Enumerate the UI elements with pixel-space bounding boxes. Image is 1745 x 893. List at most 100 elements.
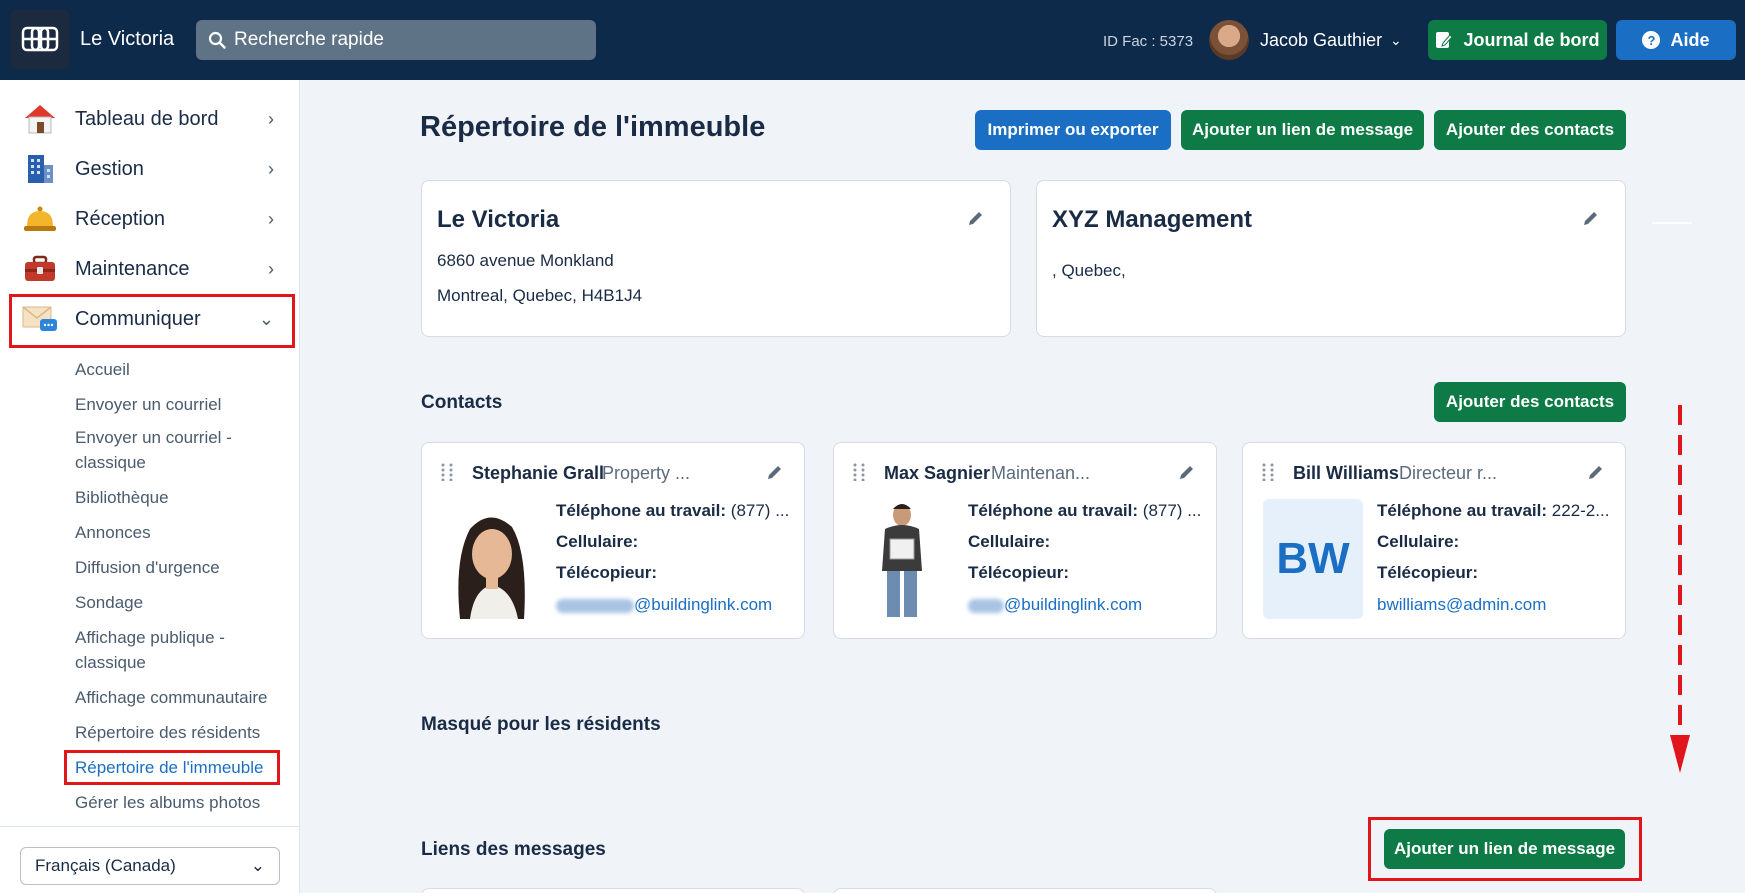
sidebar-item-tableau-de-bord[interactable]: Tableau de bord › bbox=[14, 97, 294, 141]
sub-item-diffusion-urgence[interactable]: Diffusion d'urgence bbox=[75, 555, 220, 580]
language-value: Français (Canada) bbox=[35, 856, 176, 875]
contact-cell: Cellulaire: bbox=[968, 532, 1050, 552]
contact-fax: Télécopieur: bbox=[968, 563, 1069, 583]
user-avatar[interactable] bbox=[1209, 20, 1249, 60]
sub-item-label-line1: Envoyer un courriel - bbox=[75, 428, 232, 447]
question-icon: ? bbox=[1642, 31, 1661, 49]
sidebar-divider bbox=[0, 826, 300, 827]
decorative-line bbox=[1652, 222, 1692, 224]
management-card-name: XYZ Management bbox=[1052, 206, 1253, 233]
contact-work-phone: Téléphone au travail: (877) ... bbox=[556, 501, 789, 521]
contact-work-phone: Téléphone au travail: 222-2... bbox=[1377, 501, 1609, 521]
drag-handle-icon[interactable] bbox=[1261, 463, 1275, 481]
app-logo[interactable] bbox=[10, 9, 70, 69]
help-button[interactable]: ? Aide bbox=[1616, 20, 1736, 60]
link-card bbox=[833, 888, 1217, 893]
top-bar: Le Victoria ID Fac : 5373 Jacob Gauthier… bbox=[0, 0, 1745, 80]
sidebar: Tableau de bord › Gestion › Réception › … bbox=[0, 80, 300, 893]
sidebar-label: Gestion bbox=[75, 157, 144, 180]
highlight-add-link bbox=[1368, 817, 1642, 881]
sidebar-label: Tableau de bord bbox=[75, 107, 219, 130]
journal-label: Journal de bord bbox=[1463, 29, 1600, 50]
contact-photo bbox=[440, 499, 542, 619]
sidebar-item-reception[interactable]: Réception › bbox=[14, 197, 294, 241]
contacts-add-button[interactable]: Ajouter des contacts bbox=[1434, 382, 1626, 422]
edit-pencil-icon[interactable] bbox=[1178, 463, 1196, 481]
contact-email[interactable]: bwilliams@admin.com bbox=[1377, 595, 1546, 615]
field-label: Cellulaire: bbox=[1377, 532, 1460, 551]
edit-pencil-icon[interactable] bbox=[766, 463, 784, 481]
chevron-right-icon: › bbox=[268, 208, 274, 229]
toolbox-icon bbox=[22, 251, 58, 287]
link-card bbox=[421, 888, 805, 893]
quick-search[interactable] bbox=[196, 20, 596, 60]
sidebar-label: Maintenance bbox=[75, 257, 190, 280]
hidden-section-title: Masqué pour les résidents bbox=[421, 714, 661, 735]
contact-email[interactable]: @buildinglink.com bbox=[556, 595, 772, 615]
field-value: (877) ... bbox=[730, 501, 790, 520]
sub-item-repertoire-residents[interactable]: Répertoire des résidents bbox=[75, 720, 260, 745]
drag-handle-icon[interactable] bbox=[852, 463, 866, 481]
contact-name[interactable]: Stephanie Grall bbox=[472, 463, 604, 484]
search-icon bbox=[208, 31, 226, 49]
add-message-link-button[interactable]: Ajouter un lien de message bbox=[1181, 110, 1424, 150]
help-label: Aide bbox=[1670, 29, 1710, 50]
house-icon bbox=[22, 101, 58, 137]
sub-item-envoyer-courriel[interactable]: Envoyer un courriel bbox=[75, 392, 221, 417]
field-label: Téléphone au travail: bbox=[968, 501, 1139, 520]
contact-name[interactable]: Max Sagnier bbox=[884, 463, 990, 484]
add-contacts-button[interactable]: Ajouter des contacts bbox=[1434, 110, 1626, 150]
sidebar-label: Réception bbox=[75, 207, 166, 230]
contacts-section-title: Contacts bbox=[421, 392, 503, 413]
chevron-right-icon: › bbox=[268, 158, 274, 179]
highlight-communiquer bbox=[9, 294, 295, 348]
sub-item-label-line1: Affichage publique - bbox=[75, 628, 225, 647]
user-name[interactable]: Jacob Gauthier bbox=[1260, 30, 1382, 51]
sub-item-label-line2: classique bbox=[75, 453, 146, 472]
search-input[interactable] bbox=[234, 29, 574, 51]
edit-pencil-icon[interactable] bbox=[967, 209, 985, 227]
sub-item-label-line2: classique bbox=[75, 653, 146, 672]
building-card: Le Victoria 6860 avenue Monkland Montrea… bbox=[421, 180, 1011, 337]
sub-item-sondage[interactable]: Sondage bbox=[75, 590, 143, 615]
contact-cell: Cellulaire: bbox=[556, 532, 638, 552]
sub-item-albums-photos[interactable]: Gérer les albums photos bbox=[75, 790, 260, 815]
chevron-right-icon: › bbox=[268, 108, 274, 129]
field-value: 222-2... bbox=[1551, 501, 1610, 520]
sub-item-accueil[interactable]: Accueil bbox=[75, 357, 130, 382]
field-label: Cellulaire: bbox=[968, 532, 1051, 551]
contact-role: Property ... bbox=[602, 463, 691, 483]
sub-item-affichage-publique-classique[interactable]: Affichage publique - classique bbox=[75, 625, 225, 675]
sidebar-item-gestion[interactable]: Gestion › bbox=[14, 147, 294, 191]
logo-icon bbox=[21, 26, 59, 52]
bell-icon bbox=[22, 201, 58, 237]
contact-fax: Télécopieur: bbox=[556, 563, 657, 583]
sub-item-bibliotheque[interactable]: Bibliothèque bbox=[75, 485, 169, 510]
drag-handle-icon[interactable] bbox=[440, 463, 454, 481]
field-label: Télécopieur: bbox=[968, 563, 1070, 582]
contact-name[interactable]: Bill Williams bbox=[1293, 463, 1399, 484]
edit-pencil-icon[interactable] bbox=[1587, 463, 1605, 481]
field-label: Cellulaire: bbox=[556, 532, 639, 551]
chevron-down-icon: ⌄ bbox=[250, 856, 265, 875]
building-name[interactable]: Le Victoria bbox=[80, 28, 174, 51]
email-domain: @buildinglink.com bbox=[1004, 595, 1143, 614]
language-select[interactable]: Français (Canada) ⌄ bbox=[20, 847, 280, 885]
sub-item-envoyer-courriel-classique[interactable]: Envoyer un courriel - classique bbox=[75, 425, 232, 475]
contact-role: Directeur r... bbox=[1399, 463, 1498, 483]
field-value: (877) ... bbox=[1142, 501, 1202, 520]
management-card: XYZ Management , Quebec, bbox=[1036, 180, 1626, 337]
print-export-button[interactable]: Imprimer ou exporter bbox=[975, 110, 1171, 150]
edit-pencil-icon[interactable] bbox=[1582, 209, 1600, 227]
sub-item-annonces[interactable]: Annonces bbox=[75, 520, 151, 545]
sub-item-affichage-communautaire[interactable]: Affichage communautaire bbox=[75, 685, 267, 710]
chevron-down-icon[interactable]: ⌄ bbox=[1390, 32, 1402, 49]
journal-button[interactable]: Journal de bord bbox=[1428, 20, 1607, 60]
contact-email[interactable]: @buildinglink.com bbox=[968, 595, 1142, 615]
contact-fax: Télécopieur: bbox=[1377, 563, 1478, 583]
email-domain: @buildinglink.com bbox=[634, 595, 773, 614]
notebook-pen-icon bbox=[1436, 32, 1454, 48]
contact-role: Maintenan... bbox=[991, 463, 1091, 483]
contact-initials-avatar: BW bbox=[1263, 499, 1363, 619]
sidebar-item-maintenance[interactable]: Maintenance › bbox=[14, 247, 294, 291]
